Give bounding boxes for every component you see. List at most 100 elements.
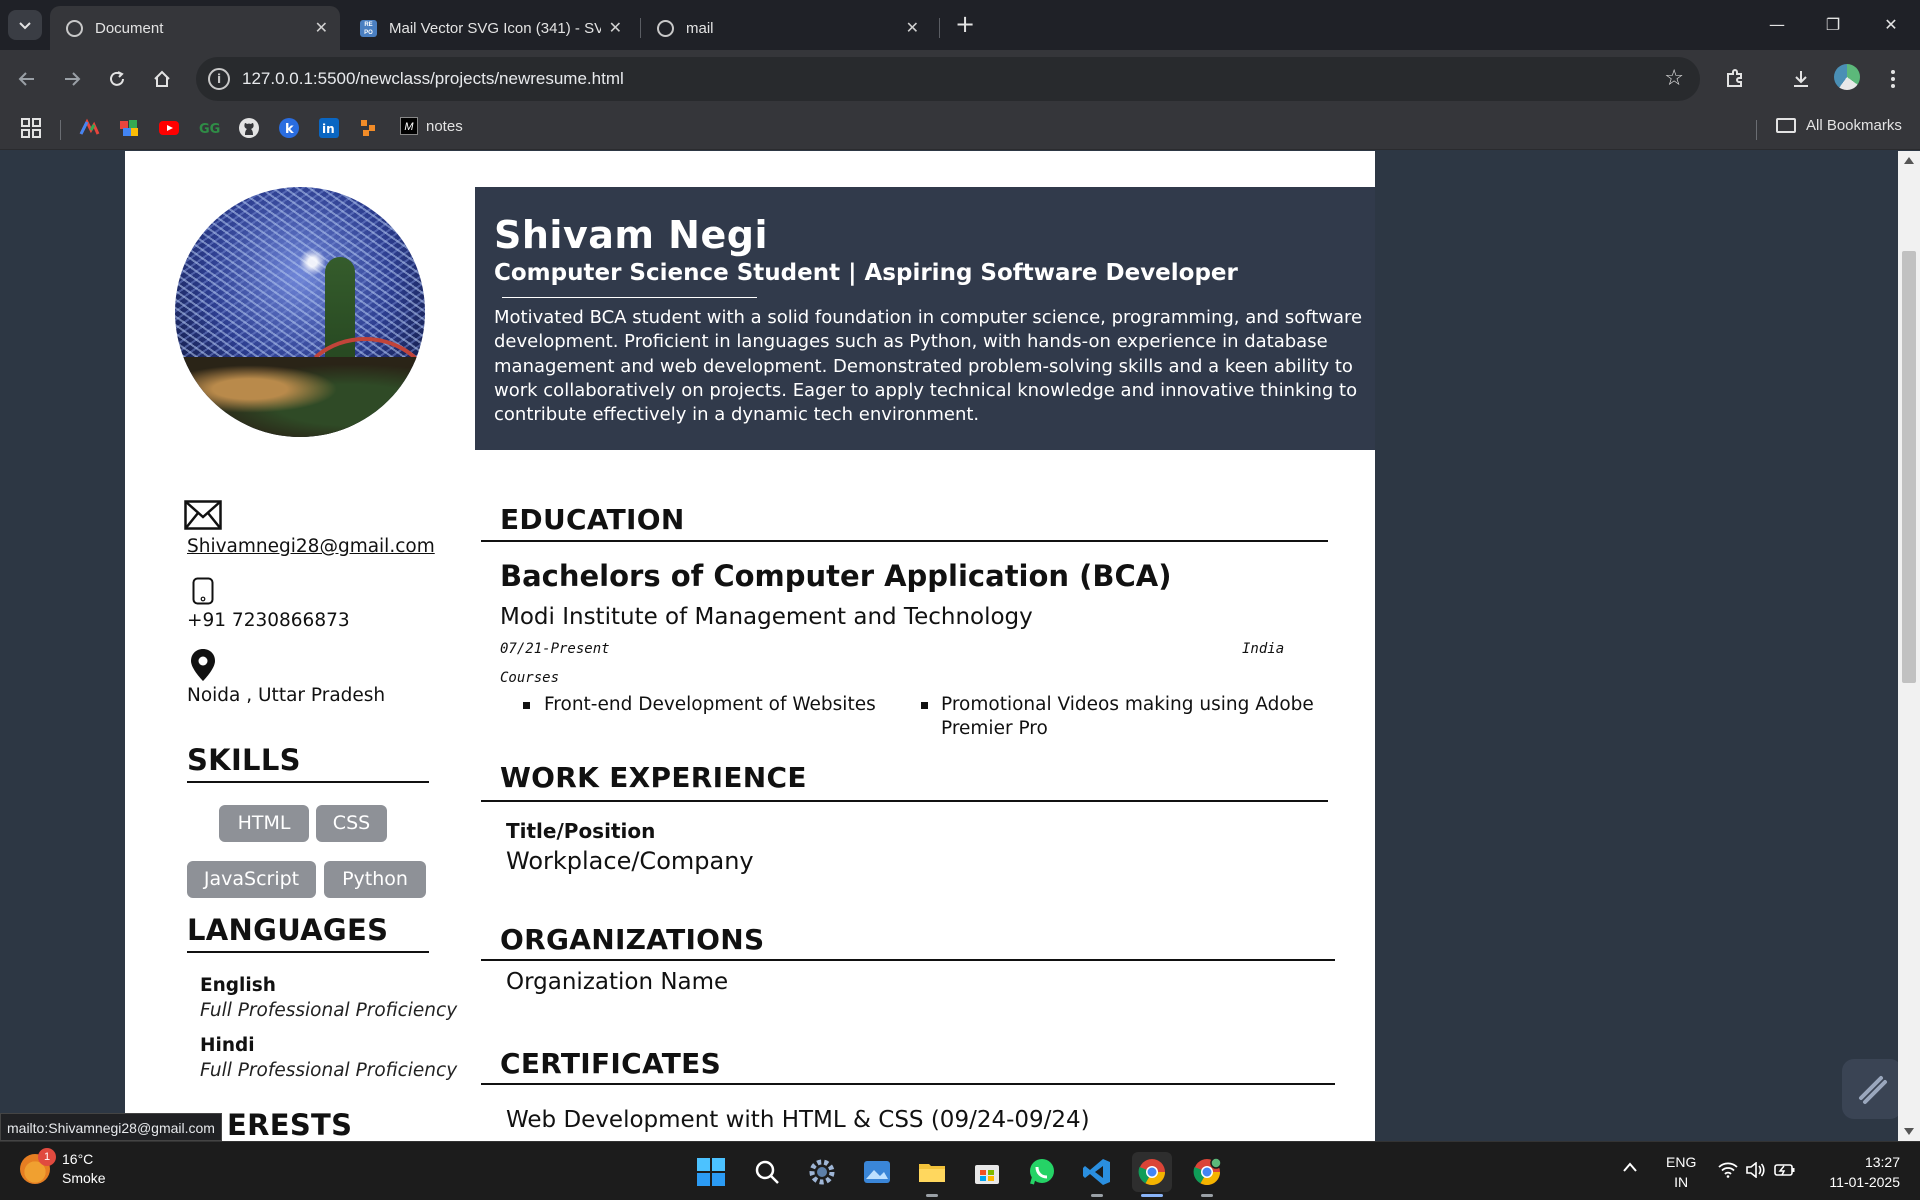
bookmark-blue-k-icon[interactable]: k [278,117,300,139]
all-bookmarks-button[interactable]: All Bookmarks [1776,117,1902,134]
clock-time: 13:27 [1864,1154,1900,1170]
taskbar-vscode[interactable] [1077,1152,1117,1192]
scroll-thumb[interactable] [1902,251,1916,683]
degree-title: Bachelors of Computer Application (BCA) [500,559,1172,593]
wifi-icon[interactable] [1718,1162,1738,1181]
url-text[interactable]: 127.0.0.1:5500/newclass/projects/newresu… [242,69,624,89]
site-info-icon[interactable]: i [208,68,230,90]
close-tab-icon[interactable]: ✕ [609,18,622,38]
bullet [523,702,530,709]
chrome-icon [1138,1159,1166,1186]
language-indicator[interactable]: ENG IN [1666,1152,1696,1192]
interests-heading: ERESTS [227,1108,353,1141]
tab-separator [939,18,940,38]
floating-extension-button[interactable] [1842,1059,1902,1119]
tab-mail[interactable]: mail ✕ [641,6,931,50]
courses-label: Courses [500,670,560,686]
taskbar-whatsapp[interactable] [1022,1152,1062,1192]
geeksforgeeks-icon[interactable]: GG [198,117,220,139]
skills-divider [187,781,429,783]
email-link[interactable]: Shivamnegi28@gmail.com [187,536,435,557]
start-button[interactable] [691,1152,731,1192]
downloads-button[interactable] [1784,62,1818,96]
tab-mail-vector[interactable]: RE PO Mail Vector SVG Icon (341) - SV ✕ [344,6,634,50]
youtube-icon[interactable] [158,117,180,139]
bookmark-colorful-icon[interactable] [78,117,100,139]
location-text: Noida , Uttar Pradesh [187,685,386,706]
profile-avatar[interactable] [1834,64,1860,90]
minimize-button[interactable]: — [1754,8,1800,42]
apps-grid-icon[interactable] [20,117,42,139]
skill-chip: Python [324,861,426,898]
clock-date: 11-01-2025 [1829,1174,1900,1190]
bookmark-orange-icon[interactable] [358,117,380,139]
menu-button[interactable] [1876,62,1910,96]
svg-text:k: k [285,122,294,137]
extensions-button[interactable] [1718,62,1752,96]
bookmark-separator [1756,120,1757,140]
scroll-down-arrow-icon[interactable] [1904,1128,1914,1135]
bookmark-separator [60,120,61,140]
photos-icon [864,1161,890,1183]
education-location: India [1242,641,1285,657]
taskbar-file-explorer[interactable] [912,1152,952,1192]
all-bookmarks-label: All Bookmarks [1806,117,1902,134]
page-scrollbar[interactable] [1898,151,1920,1141]
address-bar[interactable]: i 127.0.0.1:5500/newclass/projects/newre… [196,57,1700,101]
reload-button[interactable] [100,62,134,96]
organizations-heading: ORGANIZATIONS [500,923,765,956]
language-name: English [200,975,276,996]
profile-photo [175,187,425,437]
forward-button[interactable] [55,62,89,96]
clock[interactable]: 13:27 11-01-2025 [1818,1152,1900,1192]
home-button[interactable] [145,62,179,96]
restore-button[interactable]: ❐ [1810,8,1856,42]
close-tab-icon[interactable]: ✕ [906,18,919,38]
github-icon[interactable] [238,117,260,139]
taskbar-search-button[interactable] [747,1152,787,1192]
education-divider [481,540,1328,542]
education-heading: EDUCATION [500,503,685,536]
language-code: ENG [1666,1154,1697,1170]
weather-widget[interactable]: 1 16°C Smoke [20,1148,106,1188]
back-button[interactable] [10,62,44,96]
taskbar-store[interactable] [967,1152,1007,1192]
bookmark-notes[interactable]: M notes [400,117,463,135]
svg-text:in: in [322,122,335,136]
organizations-divider [481,959,1335,961]
taskbar-chrome-active[interactable] [1132,1152,1172,1192]
organization-name: Organization Name [506,969,729,995]
linkedin-icon[interactable]: in [318,117,340,139]
tab-search-button[interactable] [8,10,42,40]
puzzle-icon [1727,69,1742,87]
active-indicator [1141,1194,1163,1197]
windows-taskbar: 1 16°C Smoke ENG IN 13:27 11-01-2025 [0,1141,1920,1200]
tab-title: Document [95,19,164,37]
header-divider [502,297,757,298]
bookmark-star-icon[interactable]: ☆ [1664,66,1684,91]
store-icon [975,1165,999,1184]
work-divider [481,800,1328,802]
volume-icon[interactable] [1745,1161,1765,1181]
tab-document[interactable]: Document ✕ [50,6,340,50]
gear-icon [809,1159,835,1185]
battery-charging-icon[interactable] [1774,1162,1796,1181]
scroll-up-arrow-icon[interactable] [1904,157,1914,164]
taskbar-photos[interactable] [857,1152,897,1192]
weather-sun-icon: 1 [20,1148,56,1184]
resume-name: Shivam Negi [494,213,768,257]
tab-strip: Document ✕ RE PO Mail Vector SVG Icon (3… [0,0,1920,50]
taskbar-settings[interactable] [802,1152,842,1192]
skills-heading: SKILLS [187,743,301,777]
arrow-left-icon [18,72,34,86]
new-tab-button[interactable]: + [950,10,980,40]
vscode-icon [1083,1159,1110,1185]
taskbar-chrome-profile[interactable] [1187,1152,1227,1192]
tray-overflow-chevron-icon[interactable] [1622,1160,1638,1176]
close-window-button[interactable]: ✕ [1868,8,1914,42]
bookmark-zoho-icon[interactable] [118,117,140,139]
close-tab-icon[interactable]: ✕ [315,18,328,38]
course-item: Promotional Videos making using Adobe Pr… [941,694,1314,739]
chevron-down-icon [19,22,31,30]
whatsapp-icon [1030,1159,1054,1185]
